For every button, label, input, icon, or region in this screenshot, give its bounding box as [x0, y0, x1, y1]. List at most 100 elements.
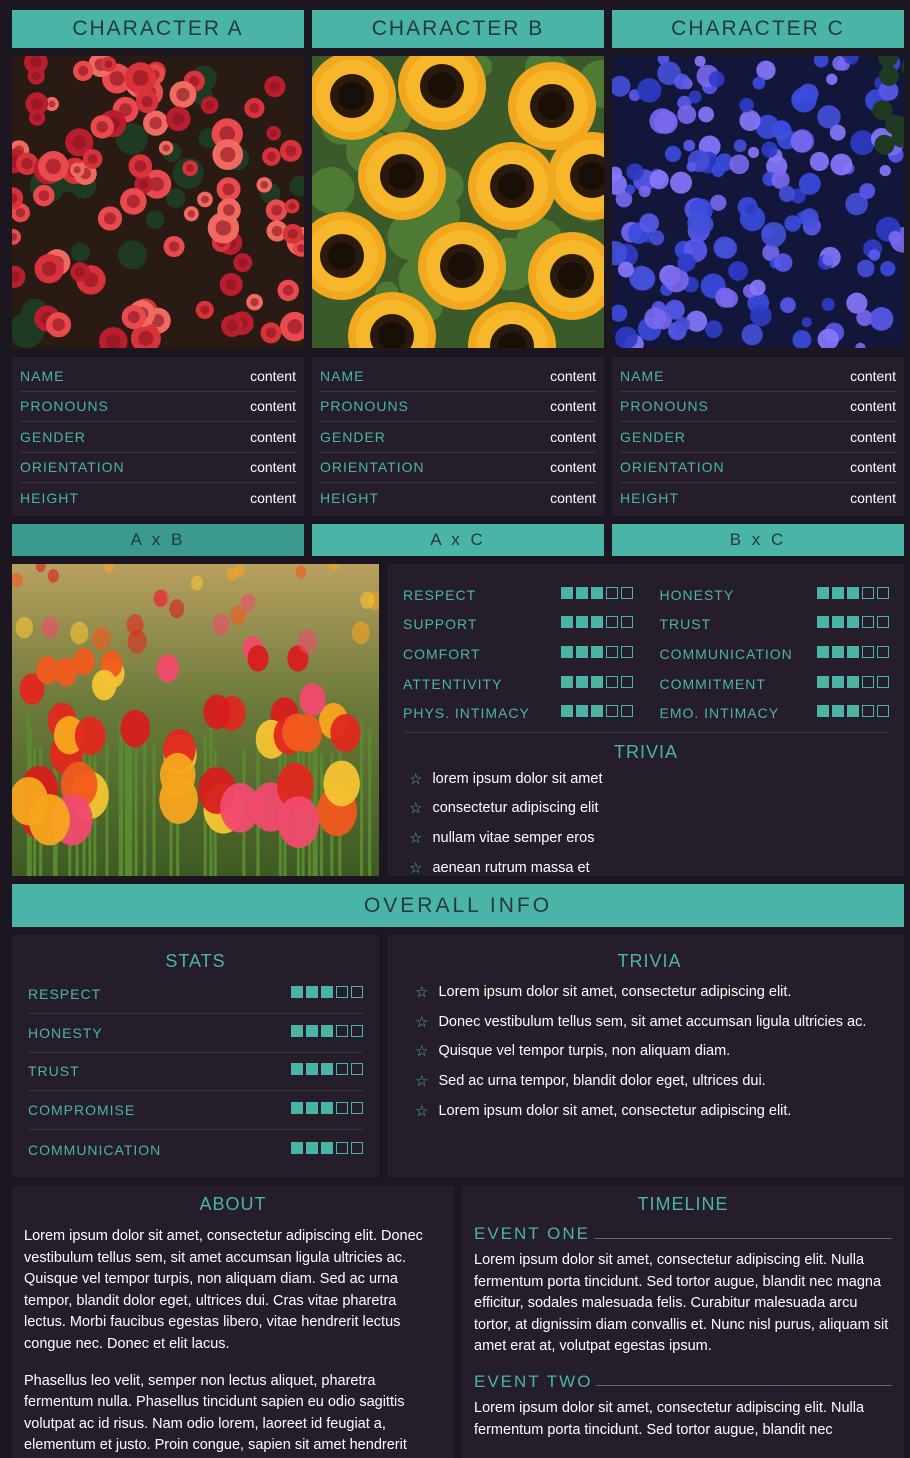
rating-square — [351, 1063, 363, 1076]
info-row-orientation: ORIENTATION content — [320, 453, 596, 483]
trivia-item: ☆ Quisque vel tempor turpis, non aliquam … — [415, 1043, 731, 1061]
rating — [814, 675, 889, 693]
rating-square — [862, 586, 874, 599]
stat-honesty: HONESTY — [660, 586, 889, 604]
rating-square — [306, 985, 318, 998]
rating-square — [877, 616, 889, 629]
rating-square — [291, 985, 303, 998]
trivia-item: ☆ Donec vestibulum tellus sem, sit amet a… — [415, 1013, 867, 1031]
rating-square — [560, 645, 573, 658]
rating-square — [877, 586, 889, 599]
rating-square — [817, 675, 829, 688]
relationship-trivia-title: TRIVIA — [613, 742, 678, 762]
rating-square — [336, 985, 348, 998]
rating-square — [575, 675, 588, 688]
rating-square — [590, 616, 603, 629]
stats-row: RESPECT HONESTY — [403, 580, 889, 610]
rating-square — [291, 1024, 303, 1037]
rating-square — [351, 1024, 363, 1037]
star-icon: ☆ — [415, 1013, 429, 1031]
rating-square — [817, 645, 829, 658]
rating-square — [306, 1024, 318, 1037]
rating-square — [847, 616, 859, 629]
overall-stats-panel: STATS RESPECT HONESTY TRUST COMPROMISE COMMU… — [12, 935, 379, 1177]
star-icon: ☆ — [415, 1043, 429, 1061]
rating-square — [620, 675, 633, 688]
rating — [814, 586, 889, 604]
event-two-heading: EVENT TWO — [474, 1372, 892, 1392]
overall-stats-list: RESPECT HONESTY TRUST COMPROMISE COMMUNICATI… — [28, 975, 363, 1169]
rating-square — [862, 675, 874, 688]
rating-square — [321, 985, 333, 998]
info-row-orientation: ORIENTATION content — [620, 453, 896, 483]
rating-square — [620, 705, 633, 718]
rating-square — [832, 586, 844, 599]
rating — [558, 586, 633, 604]
rating — [814, 645, 889, 663]
rating-square — [605, 645, 618, 658]
rating-square — [560, 586, 573, 599]
info-row-height: HEIGHT content — [20, 490, 296, 507]
about-paragraph-2: Phasellus leo velit, semper non lectus a… — [24, 1372, 407, 1454]
rating — [288, 985, 363, 1003]
rating-square — [832, 645, 844, 658]
rating-square — [291, 1063, 303, 1076]
overall-trivia-panel: TRIVIA ☆ Lorem ipsum dolor sit amet, cons… — [387, 935, 904, 1177]
rating-square — [847, 586, 859, 599]
tab-b-x-c[interactable]: B x C — [612, 524, 904, 556]
overall-info-title: OVERALL INFO — [12, 884, 904, 927]
stat-attentivity: ATTENTIVITY — [403, 675, 633, 693]
rating-square — [575, 616, 588, 629]
character-b-image — [298, 42, 636, 390]
event-one-heading: EVENT ONE — [474, 1224, 892, 1244]
stat-support: SUPPORT — [403, 615, 633, 633]
character-c-info: NAME content PRONOUNS content GENDER conten… — [612, 357, 904, 516]
rating-square — [862, 705, 874, 718]
trivia-item: ☆ consectetur adipiscing elit — [409, 800, 599, 818]
stat-communication: COMMUNICATION — [660, 645, 889, 663]
rating — [814, 704, 889, 722]
stat-phys-intimacy: PHYS. INTIMACY — [403, 704, 633, 722]
rating-square — [832, 675, 844, 688]
rating-square — [832, 616, 844, 629]
rating-square — [575, 705, 588, 718]
rating-square — [877, 675, 889, 688]
rating-square — [575, 586, 588, 599]
rating-square — [832, 705, 844, 718]
rating-square — [862, 645, 874, 658]
rating-square — [291, 1102, 303, 1115]
rating-square — [590, 675, 603, 688]
rating — [814, 615, 889, 633]
stats-row: COMFORT COMMUNICATION — [403, 639, 889, 669]
rating-square — [351, 1141, 363, 1154]
relationship-stats: RESPECT HONESTY SUPPORT TRUST COMFORT COMMUNI… — [403, 580, 889, 728]
stat-emo-intimacy: EMO. INTIMACY — [660, 704, 889, 722]
info-row-name: NAME content — [620, 361, 896, 392]
info-row-pronouns: PRONOUNS content — [20, 392, 296, 422]
rating-square — [336, 1024, 348, 1037]
tab-a-x-c[interactable]: A x C — [312, 524, 604, 556]
stat-honesty: HONESTY — [28, 1014, 363, 1053]
star-icon: ☆ — [415, 1073, 429, 1091]
star-icon: ☆ — [415, 1103, 429, 1121]
rating-square — [321, 1102, 333, 1115]
info-row-pronouns: PRONOUNS content — [320, 392, 596, 422]
stat-comfort: COMFORT — [403, 645, 633, 663]
rating-square — [862, 616, 874, 629]
rating — [288, 1141, 363, 1159]
rating-square — [877, 645, 889, 658]
stats-row: ATTENTIVITY COMMITMENT — [403, 669, 889, 699]
tab-a-x-b[interactable]: A x B — [12, 524, 304, 556]
divider — [403, 732, 889, 733]
rating-square — [560, 705, 573, 718]
rating-square — [336, 1141, 348, 1154]
about-title: ABOUT — [199, 1194, 267, 1214]
info-row-orientation: ORIENTATION content — [20, 453, 296, 483]
star-icon: ☆ — [409, 829, 423, 847]
rating-square — [605, 675, 618, 688]
stat-commitment: COMMITMENT — [660, 675, 889, 693]
stat-respect: RESPECT — [403, 586, 633, 604]
info-row-gender: GENDER content — [20, 422, 296, 453]
stats-title: STATS — [165, 951, 226, 971]
rating-square — [306, 1063, 318, 1076]
